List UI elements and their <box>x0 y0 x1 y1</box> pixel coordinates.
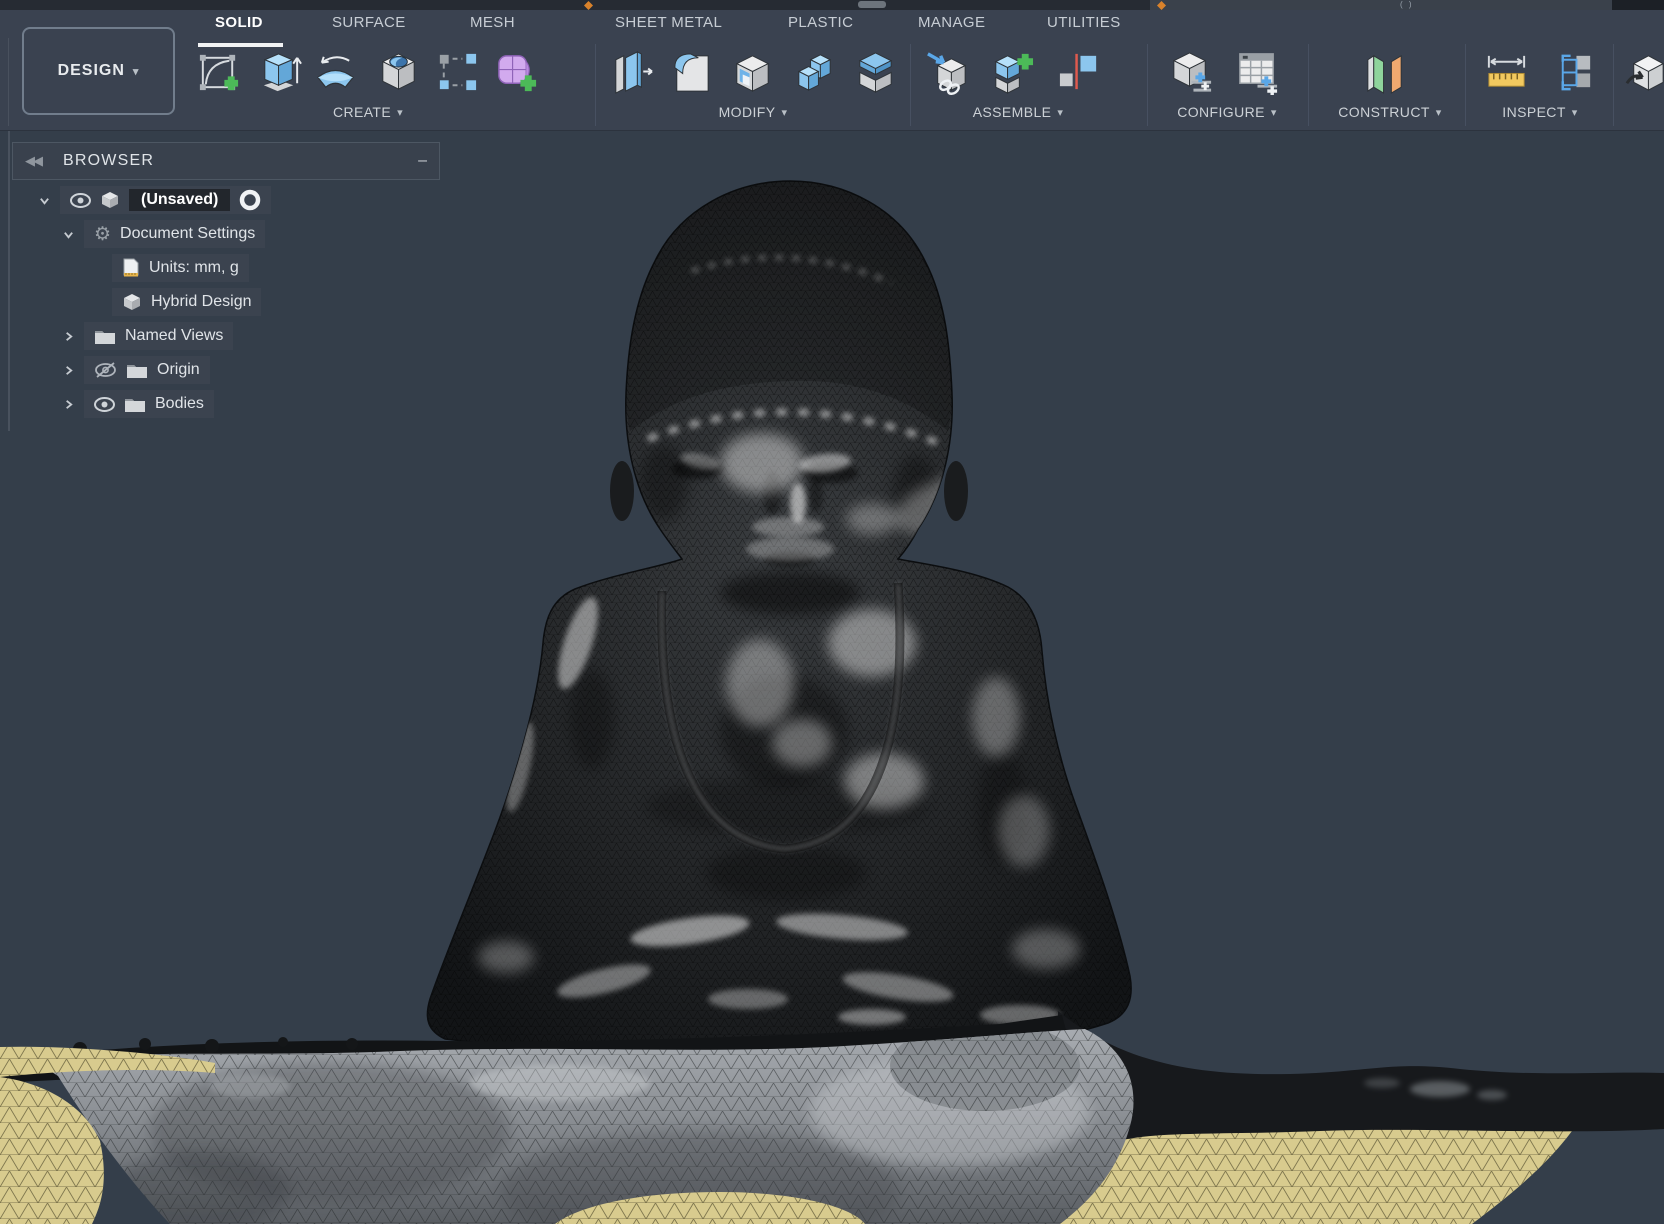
group-label-construct[interactable]: CONSTRUCT ▾ <box>1338 104 1441 120</box>
group-label-modify[interactable]: MODIFY ▾ <box>719 104 788 120</box>
hole-icon[interactable] <box>375 48 422 95</box>
visibility-eye-icon[interactable] <box>70 192 91 208</box>
scan-noise-bump <box>346 1038 358 1050</box>
browser-tree: (Unsaved) ⚙ Document Settings Units: mm,… <box>12 186 432 424</box>
tree-row-hybrid-design[interactable]: Hybrid Design <box>112 288 432 316</box>
visibility-hidden-eye-icon[interactable] <box>94 361 117 379</box>
window-corner-box <box>1612 0 1664 10</box>
tree-row-root-component[interactable]: (Unsaved) <box>36 186 432 214</box>
toolbar-group-divider <box>910 44 911 126</box>
shell-icon[interactable] <box>729 48 776 95</box>
browser-panel: ◀◀ BROWSER – <box>12 142 440 180</box>
ribbon-toolbar: DESIGN ▾ SOLID SURFACE MESH SHEET METAL … <box>0 10 1664 131</box>
construction-plane-icon[interactable] <box>1362 48 1409 95</box>
chevron-down-icon: ▾ <box>397 106 404 119</box>
extrude-icon[interactable] <box>257 48 304 95</box>
tree-row-units[interactable]: Units: mm, g <box>112 254 432 282</box>
chevron-right-icon[interactable] <box>60 365 76 376</box>
toolbar-group-divider <box>1465 44 1466 126</box>
configuration-icon[interactable] <box>1168 48 1215 95</box>
browser-panel-title: BROWSER <box>63 152 155 169</box>
group-label-create[interactable]: CREATE ▾ <box>333 104 403 120</box>
chevron-down-icon[interactable] <box>60 229 76 240</box>
toolbar-group-divider <box>1147 44 1148 126</box>
joint-icon[interactable] <box>1056 48 1103 95</box>
chevron-down-icon[interactable] <box>36 195 52 206</box>
minimize-panel-icon[interactable]: – <box>418 152 427 170</box>
folder-icon <box>124 396 146 413</box>
window-top-strip: ( ) <box>0 0 1664 10</box>
toolbar-edge-divider <box>8 38 9 126</box>
browser-panel-header[interactable]: ◀◀ BROWSER – <box>12 142 440 180</box>
folder-icon <box>126 362 148 379</box>
design-menu-label: DESIGN <box>57 62 125 79</box>
chevron-down-icon: ▾ <box>781 106 788 119</box>
scan-noise-bump <box>139 1038 151 1050</box>
configuration-table-icon[interactable] <box>1234 48 1281 96</box>
design-workspace-menu[interactable]: DESIGN ▾ <box>22 27 175 115</box>
panel-edge-divider <box>8 131 10 431</box>
chevron-right-icon[interactable] <box>60 399 76 410</box>
tab-solid[interactable]: SOLID <box>215 14 263 38</box>
tab-utilities[interactable]: UTILITIES <box>1047 14 1121 38</box>
active-tab-indicator <box>198 43 283 47</box>
chevron-down-icon: ▾ <box>1435 106 1442 119</box>
chevron-down-icon: ▾ <box>1571 106 1578 119</box>
fusion-window: ( ) DESIGN ▾ SOLID SURFACE MESH SHEET ME… <box>0 0 1664 1224</box>
group-label-assemble[interactable]: ASSEMBLE ▾ <box>973 104 1064 120</box>
design-cube-icon <box>122 292 142 312</box>
tab-mesh[interactable]: MESH <box>470 14 515 38</box>
revolve-icon[interactable] <box>312 48 359 95</box>
pattern-icon[interactable] <box>433 48 480 95</box>
toolbar-group-divider <box>1613 44 1614 126</box>
tab-manage[interactable]: MANAGE <box>918 14 985 38</box>
tree-row-bodies[interactable]: Bodies <box>60 390 432 418</box>
chevron-down-icon: ▾ <box>1057 106 1064 119</box>
chevron-down-icon: ▾ <box>1270 106 1277 119</box>
visibility-eye-icon[interactable] <box>94 396 115 412</box>
tab-surface[interactable]: SURFACE <box>332 14 406 38</box>
press-pull-icon[interactable] <box>608 48 655 95</box>
new-component-icon[interactable] <box>988 48 1035 95</box>
insert-mesh-icon[interactable] <box>1622 48 1664 95</box>
document-tab-strip[interactable] <box>1150 0 1612 10</box>
fusion-logo-icon <box>584 1 593 10</box>
toolbar-group-divider <box>1308 44 1309 126</box>
folder-icon <box>94 328 116 345</box>
tree-row-named-views[interactable]: Named Views <box>60 322 432 350</box>
chevron-right-icon[interactable] <box>60 331 76 342</box>
tab-title-fragment: ( ) <box>1400 0 1414 9</box>
tree-row-document-settings[interactable]: ⚙ Document Settings <box>60 220 432 248</box>
component-cube-icon <box>100 190 120 210</box>
chevron-down-icon: ▾ <box>132 65 140 78</box>
insert-derive-icon[interactable] <box>924 48 971 96</box>
gear-icon: ⚙ <box>94 223 112 245</box>
tab-sheet-metal[interactable]: SHEET METAL <box>615 14 722 38</box>
group-label-inspect[interactable]: INSPECT ▾ <box>1502 104 1577 120</box>
section-analysis-icon[interactable] <box>1551 48 1598 95</box>
fillet-icon[interactable] <box>667 48 714 95</box>
split-body-icon[interactable] <box>852 48 899 95</box>
combine-icon[interactable] <box>791 48 838 95</box>
collapse-panel-icon[interactable]: ◀◀ <box>25 153 43 169</box>
toolbar-group-divider <box>595 44 596 126</box>
document-name-label[interactable]: (Unsaved) <box>129 189 231 211</box>
tab-plastic[interactable]: PLASTIC <box>788 14 853 38</box>
units-document-icon <box>122 258 140 278</box>
group-label-configure[interactable]: CONFIGURE ▾ <box>1177 104 1277 120</box>
measure-icon[interactable] <box>1483 48 1530 95</box>
active-component-radio-icon[interactable] <box>239 189 261 211</box>
create-sketch-icon[interactable] <box>195 48 242 95</box>
create-form-icon[interactable] <box>493 48 540 95</box>
tree-row-origin[interactable]: Origin <box>60 356 432 384</box>
tab-pin-icon <box>858 1 886 8</box>
scan-noise-bump <box>278 1037 288 1047</box>
scan-noise-bump <box>205 1039 219 1053</box>
